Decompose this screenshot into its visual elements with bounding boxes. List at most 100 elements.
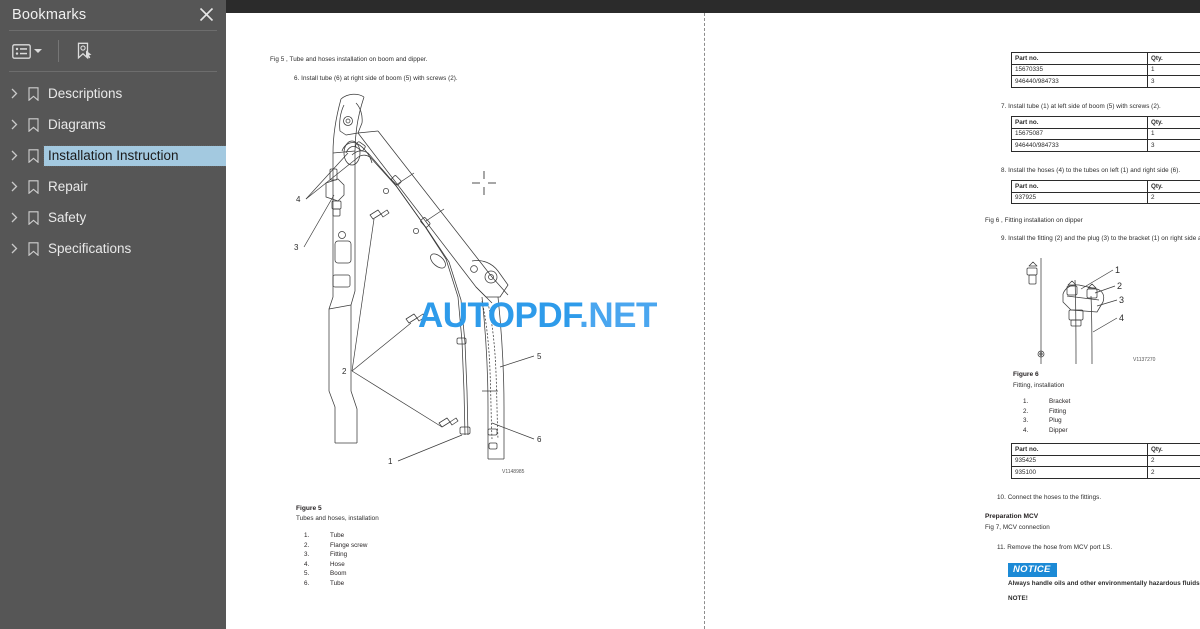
legend-label: Dipper <box>1049 426 1068 434</box>
figure-6-title: Figure 6 <box>1013 371 1039 378</box>
sidebar-item-label: Diagrams <box>48 116 106 132</box>
section-heading-preparation-mcv: Preparation MCV <box>985 513 1039 520</box>
cell-qty: 2 <box>1147 454 1200 468</box>
table-row: 15675087 1 Tube <box>1011 127 1200 141</box>
list-options-icon[interactable] <box>8 41 46 62</box>
parts-table-2: Part no. Qty. Designation 15675087 1 Tub… <box>1011 116 1200 153</box>
viewer-topbar <box>226 0 1200 13</box>
notice-text: Always handle oils and other environment… <box>1008 580 1200 587</box>
cell-part-no: 935100 <box>1011 466 1148 480</box>
drawing-ref: V1148985 <box>502 469 525 475</box>
col-part-no: Part no. <box>1011 52 1148 65</box>
chevron-down-icon <box>34 49 42 53</box>
cell-part-no: 946440/984733 <box>1011 139 1148 153</box>
list-item: 3. Plug <box>1023 416 1070 426</box>
legend-label: Bracket <box>1049 398 1071 405</box>
step-8-text: 8. Install the hoses (4) to the tubes on… <box>1001 167 1181 174</box>
chevron-right-icon[interactable] <box>6 119 22 130</box>
sidebar-item-safety[interactable]: Safety <box>0 202 226 233</box>
legend-number: 6. <box>304 579 310 587</box>
fig5-caption: Fig 5 , Tube and hoses installation on b… <box>270 56 428 63</box>
table-row: 935425 2 Fitting <box>1011 454 1200 468</box>
pdf-viewer-window: Bookmarks Descriptions Diagrams Installa… <box>0 0 1200 629</box>
callout-2: 2 <box>342 367 347 376</box>
step-6-text: 6. Install tube (6) at right side of boo… <box>294 75 458 82</box>
figure-6-drawing: 1 2 3 4 V1137270 <box>1005 256 1190 366</box>
cell-part-no: 935425 <box>1011 454 1148 468</box>
bookmark-icon <box>22 241 44 256</box>
chevron-right-icon[interactable] <box>6 212 22 223</box>
cell-qty: 3 <box>1147 75 1200 89</box>
list-item: 6. Tube <box>304 579 367 589</box>
fig7-caption: Fig 7, MCV connection <box>985 524 1050 531</box>
chevron-right-icon[interactable] <box>6 88 22 99</box>
cell-qty: 2 <box>1147 191 1200 205</box>
document-page-left: Fig 5 , Tube and hoses installation on b… <box>226 13 704 629</box>
parts-table-1: Part no. Qty. Designation 15670335 1 Tub… <box>1011 52 1200 89</box>
callout-4: 4 <box>296 195 301 204</box>
sidebar-header: Bookmarks <box>0 0 226 30</box>
figure-6-subtitle: Fitting, installation <box>1013 382 1065 389</box>
col-part-no: Part no. <box>1011 116 1148 129</box>
notice-label: NOTICE <box>1008 563 1057 577</box>
legend-number: 2. <box>1023 407 1029 415</box>
figure-5-subtitle: Tubes and hoses, installation <box>296 515 379 522</box>
list-item: 3. Fitting <box>304 550 367 560</box>
sidebar-item-label: Safety <box>48 209 87 225</box>
cell-part-no: 946440/984733 <box>1011 75 1148 89</box>
table-header-row: Part no. Qty. Designation <box>1011 180 1200 193</box>
sidebar-item-diagrams[interactable]: Diagrams <box>0 109 226 140</box>
chevron-right-icon[interactable] <box>6 150 22 161</box>
list-item: 2. Fitting <box>1023 407 1070 417</box>
cell-part-no: 15675087 <box>1011 127 1148 141</box>
legend-number: 2. <box>304 541 310 549</box>
cell-part-no: 15670335 <box>1011 63 1148 77</box>
cell-qty: 1 <box>1147 63 1200 77</box>
table-row: 937925 2 Hose <box>1011 191 1200 205</box>
legend-label: Hose <box>330 560 345 568</box>
col-part-no: Part no. <box>1011 443 1148 456</box>
sidebar-item-descriptions[interactable]: Descriptions <box>0 78 226 109</box>
callout-1: 1 <box>388 457 393 466</box>
col-part-no: Part no. <box>1011 180 1148 193</box>
parts-table-4: Part no. Qty. Designation 935425 2 Fitti… <box>1011 443 1200 480</box>
figure-5-drawing: 4 3 2 5 6 1 V1148985 <box>286 91 586 491</box>
step-10-text: 10. Connect the hoses to the fittings. <box>997 494 1102 501</box>
fig6-callout-4: 4 <box>1119 313 1124 323</box>
sidebar-title: Bookmarks <box>12 7 87 23</box>
legend-number: 1. <box>1023 398 1029 405</box>
step-9-text: 9. Install the fitting (2) and the plug … <box>1001 235 1200 242</box>
chevron-right-icon[interactable] <box>6 181 22 192</box>
col-qty: Qty. <box>1147 116 1200 129</box>
parts-table-3: Part no. Qty. Designation 937925 2 Hose <box>1011 180 1200 205</box>
legend-number: 3. <box>1023 417 1029 425</box>
table-header-row: Part no. Qty. Designation <box>1011 116 1200 129</box>
bookmark-icon <box>22 86 44 101</box>
bookmarks-sidebar: Bookmarks Descriptions Diagrams Installa… <box>0 0 228 629</box>
table-header-row: Part no. Qty. Designation <box>1011 52 1200 65</box>
cell-qty: 2 <box>1147 466 1200 480</box>
callout-5: 5 <box>537 352 542 361</box>
sidebar-item-specifications[interactable]: Specifications <box>0 233 226 264</box>
figure-5-legend: 1. Tube 2. Flange screw 3. Fitting 4. Hose 5… <box>304 531 367 588</box>
cell-part-no: 937925 <box>1011 191 1148 205</box>
table-header-row: Part no. Qty. Designation <box>1011 443 1200 456</box>
callout-3: 3 <box>294 243 299 252</box>
list-item: 4. Hose <box>304 560 367 570</box>
list-item: 2. Flange screw <box>304 541 367 551</box>
legend-number: 1. <box>304 532 310 539</box>
sidebar-item-repair[interactable]: Repair <box>0 171 226 202</box>
watermark-part2: .NET <box>579 296 657 335</box>
legend-label: Tube <box>330 579 345 587</box>
chevron-right-icon[interactable] <box>6 243 22 254</box>
close-icon[interactable] <box>195 3 217 25</box>
document-viewer[interactable]: Fig 5 , Tube and hoses installation on b… <box>226 0 1200 629</box>
sidebar-item-label: Repair <box>48 178 88 194</box>
bookmark-icon <box>22 117 44 132</box>
legend-number: 4. <box>1023 426 1029 434</box>
bookmark-pointer-icon[interactable] <box>71 39 98 64</box>
document-page-right: Part no. Qty. Designation 15670335 1 Tub… <box>705 13 1200 629</box>
step-11-text: 11. Remove the hose from MCV port LS. <box>997 544 1113 551</box>
sidebar-item-label: Specifications <box>48 240 132 256</box>
sidebar-item-installation-instruction[interactable]: Installation Instruction <box>0 140 228 171</box>
